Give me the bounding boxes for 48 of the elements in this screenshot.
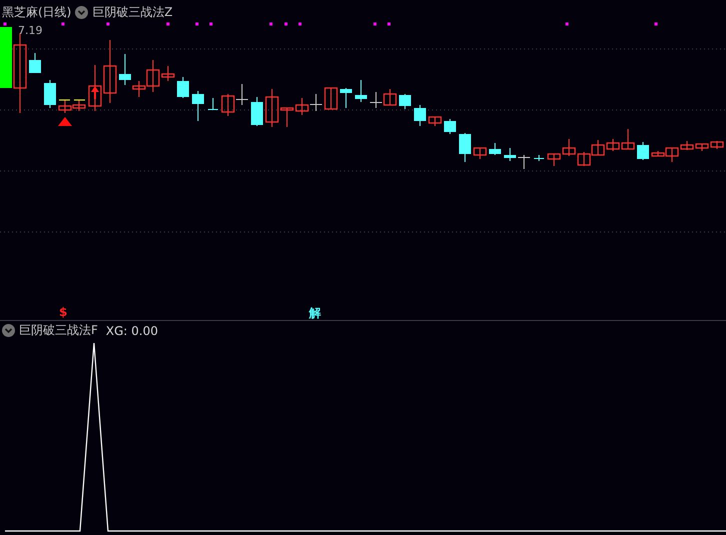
candlestick: [444, 118, 456, 134]
candlestick: [88, 64, 102, 112]
candlestick: [577, 152, 591, 166]
candlestick: [103, 40, 117, 104]
candlestick: [324, 87, 338, 110]
candlestick: [355, 80, 367, 102]
triangle-marker-icon: [58, 117, 72, 126]
indicator-name: 巨阴破三战法F: [19, 322, 98, 339]
candlestick: [295, 98, 309, 116]
candlestick: [637, 142, 649, 160]
candlestick: [695, 143, 709, 152]
candlestick: [504, 148, 516, 162]
candlestick: [251, 96, 263, 126]
candlestick: [489, 142, 501, 156]
candlestick: [192, 90, 204, 122]
signal-marker: 解: [309, 305, 321, 322]
indicator-name: 巨阴破三战法Z: [92, 4, 173, 21]
candlestick: [534, 154, 544, 162]
candlestick: [58, 100, 72, 114]
candlestick: [177, 76, 189, 98]
candlestick: [518, 154, 530, 170]
signal-marker: $: [59, 305, 68, 319]
collapse-icon[interactable]: [75, 6, 88, 19]
candlestick: [414, 104, 426, 126]
candlestick: [710, 140, 724, 150]
indicator-reading: XG: 0.00: [106, 324, 158, 338]
candlestick: [562, 138, 576, 156]
candlestick: [428, 116, 442, 126]
candlestick: [399, 94, 411, 110]
collapse-icon[interactable]: [2, 324, 15, 337]
candlestick: [221, 94, 235, 116]
candlestick: [340, 88, 352, 108]
price-label: 7.19: [18, 24, 42, 37]
candlestick: [310, 94, 322, 112]
candlestick: [208, 98, 218, 110]
up-arrow-icon: [91, 86, 99, 99]
candlestick: [0, 27, 12, 88]
candlestick: [44, 80, 56, 108]
candlestick: [29, 52, 41, 73]
chart-title: 黑芝麻(日线): [2, 4, 72, 21]
candlestick: [473, 147, 487, 160]
candlestick: [547, 153, 561, 166]
candlestick: [236, 84, 248, 106]
candlestick: [459, 132, 471, 162]
candlestick: [370, 92, 382, 108]
candlestick: [383, 88, 397, 106]
candlestick: [591, 140, 605, 156]
candlestick: [72, 100, 86, 112]
